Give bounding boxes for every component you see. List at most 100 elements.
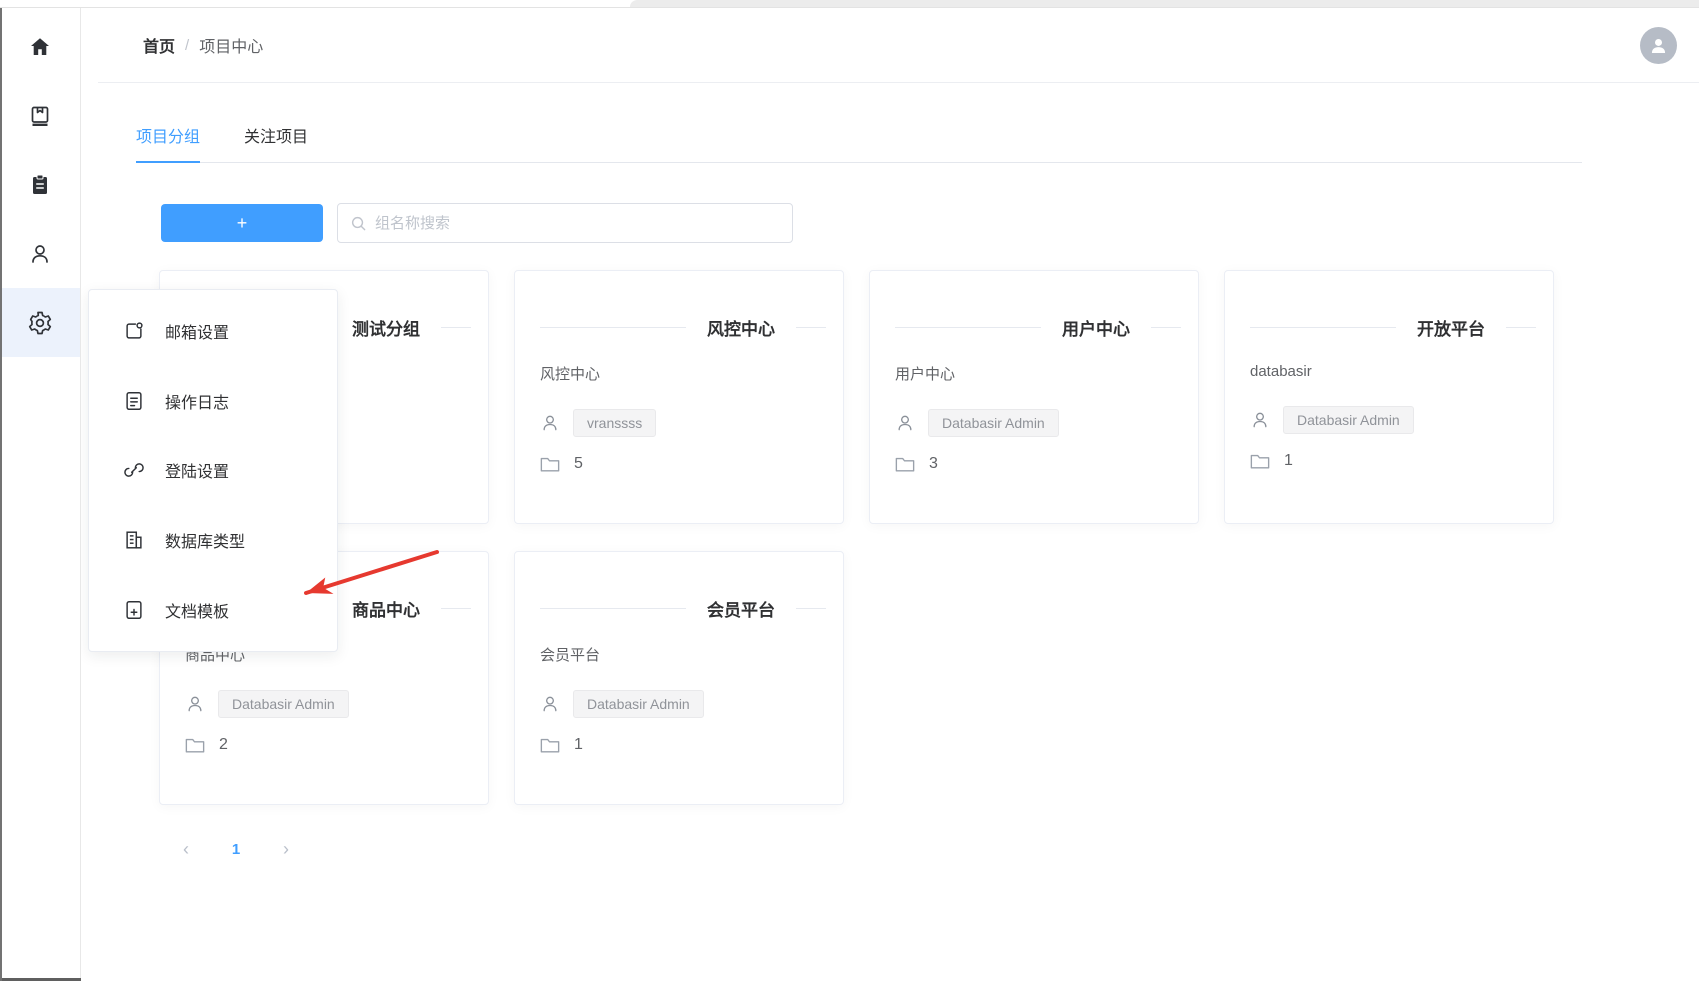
- tab-project-groups[interactable]: 项目分组: [136, 113, 200, 163]
- project-count: 1: [574, 736, 583, 754]
- group-owner-row: Databasir Admin: [540, 690, 826, 718]
- group-title: 测试分组: [352, 315, 420, 340]
- breadcrumb-current: 项目中心: [199, 33, 263, 57]
- settings-menu: 邮箱设置 操作日志 登陆设置 数据库类型: [88, 289, 338, 652]
- person-icon: [540, 694, 560, 714]
- group-owner-row: vranssss: [540, 409, 826, 437]
- pagination: ‹ 1 ›: [175, 839, 1699, 860]
- menu-item-database-type[interactable]: 数据库类型: [89, 505, 337, 575]
- group-card[interactable]: 会员平台 会员平台 Databasir Admin 1: [514, 551, 844, 805]
- clipboard-icon: [28, 173, 52, 197]
- sidebar-item-settings[interactable]: [0, 288, 80, 357]
- group-owner-row: Databasir Admin: [895, 409, 1181, 437]
- login-settings-icon: [123, 459, 145, 481]
- person-icon: [185, 694, 205, 714]
- pagination-prev[interactable]: ‹: [175, 839, 197, 860]
- folder-icon: [540, 737, 560, 754]
- breadcrumb-home[interactable]: 首页: [143, 33, 175, 57]
- divider-line: [540, 327, 686, 328]
- tab-followed-projects[interactable]: 关注项目: [244, 113, 308, 162]
- group-card-grid: 测试分组 风控中心 风控中心 vranssss: [159, 270, 1699, 805]
- group-description: 用户中心: [895, 366, 955, 383]
- search-box: [337, 203, 793, 243]
- card-title-divider: 开放平台: [1250, 315, 1536, 340]
- operation-log-icon: [123, 390, 145, 412]
- group-card[interactable]: 风控中心 风控中心 vranssss 5: [514, 270, 844, 524]
- divider-line: [441, 327, 471, 328]
- project-count: 1: [1284, 452, 1293, 470]
- folder-icon: [185, 737, 205, 754]
- search-input[interactable]: [375, 215, 780, 232]
- project-count: 2: [219, 736, 228, 754]
- project-count: 5: [574, 455, 583, 473]
- divider-line: [895, 327, 1041, 328]
- project-count-row: 5: [540, 454, 826, 474]
- breadcrumb-separator: /: [185, 37, 189, 54]
- toolbar: +: [161, 203, 1699, 243]
- sidebar-item-user[interactable]: [0, 219, 80, 288]
- browser-top-strip: [0, 0, 1699, 8]
- menu-item-login-settings[interactable]: 登陆设置: [89, 436, 337, 506]
- pagination-current-page[interactable]: 1: [225, 841, 247, 858]
- menu-item-label: 操作日志: [165, 389, 229, 413]
- owner-tag: vranssss: [573, 409, 656, 437]
- card-title-divider: 用户中心: [895, 315, 1181, 340]
- add-group-button[interactable]: +: [161, 204, 323, 242]
- doc-template-icon: [123, 599, 145, 621]
- menu-item-doc-template[interactable]: 文档模板: [89, 575, 337, 645]
- group-title: 会员平台: [707, 596, 775, 621]
- pagination-next[interactable]: ›: [275, 839, 297, 860]
- group-description: 风控中心: [540, 366, 600, 383]
- divider-line: [796, 327, 826, 328]
- folder-icon: [895, 456, 915, 473]
- browser-top-strip-right: [630, 0, 1699, 7]
- menu-item-email-settings[interactable]: 邮箱设置: [89, 296, 337, 366]
- divider-line: [796, 608, 826, 609]
- divider-line: [1151, 327, 1181, 328]
- group-description-row: 风控中心: [540, 363, 826, 384]
- menu-item-operation-log[interactable]: 操作日志: [89, 366, 337, 436]
- person-icon: [1250, 410, 1270, 430]
- user-icon: [1648, 35, 1669, 56]
- avatar[interactable]: [1640, 27, 1677, 64]
- left-edge-strip: [0, 8, 2, 981]
- plus-icon: +: [237, 213, 248, 234]
- header: 首页 / 项目中心: [98, 8, 1699, 83]
- project-count-row: 3: [895, 454, 1181, 474]
- person-icon: [540, 413, 560, 433]
- group-owner-row: Databasir Admin: [185, 690, 471, 718]
- sidebar-item-home[interactable]: [0, 12, 80, 81]
- project-count: 3: [929, 455, 938, 473]
- search-icon: [350, 215, 367, 232]
- group-description-row: 会员平台: [540, 644, 826, 665]
- owner-tag: Databasir Admin: [573, 690, 704, 718]
- group-card[interactable]: 用户中心 用户中心 Databasir Admin 3: [869, 270, 1199, 524]
- book-icon: [28, 104, 52, 128]
- gear-icon: [27, 310, 53, 336]
- card-title-divider: 会员平台: [540, 596, 826, 621]
- project-count-row: 1: [540, 735, 826, 755]
- sidebar-item-docs[interactable]: [0, 81, 80, 150]
- group-title: 用户中心: [1062, 315, 1130, 340]
- divider-line: [1506, 327, 1536, 328]
- person-icon: [895, 413, 915, 433]
- tab-bar: 项目分组 关注项目: [136, 113, 1582, 163]
- group-card[interactable]: 开放平台 databasir Databasir Admin 1: [1224, 270, 1554, 524]
- sidebar-item-projects[interactable]: [0, 150, 80, 219]
- divider-line: [1250, 327, 1396, 328]
- menu-item-label: 登陆设置: [165, 458, 229, 482]
- sidebar: [0, 8, 81, 981]
- project-count-row: 2: [185, 735, 471, 755]
- group-description: 会员平台: [540, 647, 600, 664]
- user-icon: [28, 242, 52, 266]
- home-icon: [28, 35, 52, 59]
- folder-icon: [1250, 453, 1270, 470]
- group-owner-row: Databasir Admin: [1250, 406, 1536, 434]
- divider-line: [540, 608, 686, 609]
- group-description-row: 用户中心: [895, 363, 1181, 384]
- owner-tag: Databasir Admin: [218, 690, 349, 718]
- menu-item-label: 数据库类型: [165, 528, 245, 552]
- folder-icon: [540, 456, 560, 473]
- group-title: 商品中心: [352, 596, 420, 621]
- divider-line: [441, 608, 471, 609]
